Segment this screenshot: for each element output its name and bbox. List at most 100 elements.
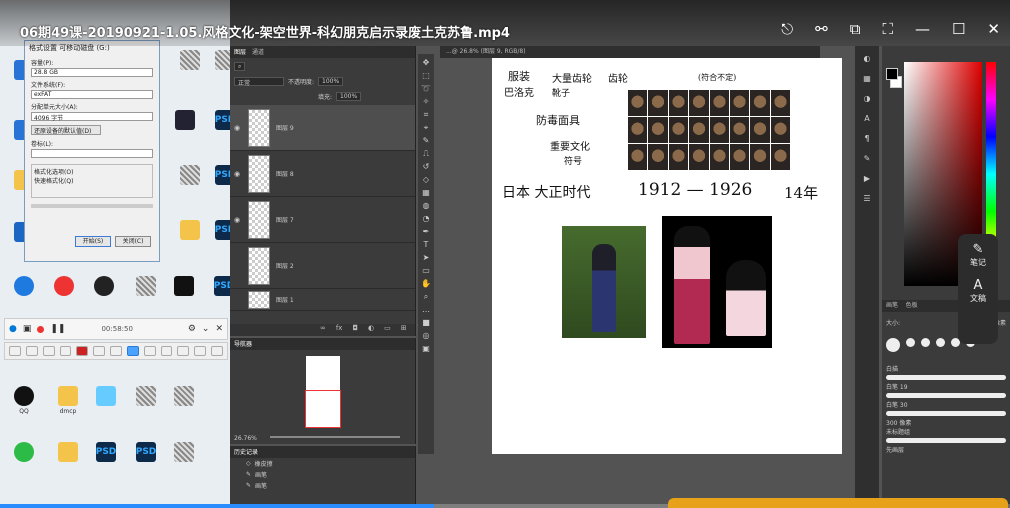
desktop-icon[interactable] [164,386,204,420]
brush-tip[interactable] [906,338,915,347]
layer-row[interactable]: 图层 2 [230,243,415,289]
capacity-select[interactable]: 28.8 GB [31,68,153,77]
filesystem-select[interactable]: exFAT [31,90,153,99]
pen-icon[interactable] [42,346,55,356]
document-tab[interactable]: ...@ 26.8% (图层 9, RGB/8) [440,46,820,58]
actions-icon[interactable]: ▶ [862,174,872,184]
move-tool-icon[interactable]: ✥ [421,58,431,68]
desktop-icon[interactable]: QQ [4,386,44,420]
desktop-icon[interactable] [126,276,166,310]
dodge-tool-icon[interactable]: ◔ [421,214,431,224]
link-layers-icon[interactable]: ∞ [320,324,326,336]
opacity-input[interactable]: 100% [318,77,344,86]
brush-tip[interactable] [921,338,930,347]
desktop-icon[interactable] [4,442,44,476]
image-icon[interactable] [160,346,173,356]
zoom-tool-icon[interactable]: ⌕ [421,292,431,302]
volume-input[interactable] [31,149,153,158]
mask-icon[interactable]: ◘ [352,324,358,336]
path-select-icon[interactable]: ➤ [421,253,431,263]
marquee-tool-icon[interactable]: ⬚ [421,71,431,81]
navigator-view-box[interactable] [305,390,341,428]
redo-icon[interactable] [25,346,38,356]
collapse-icon[interactable]: ⌄ [202,324,210,334]
more-tools-icon[interactable]: … [421,305,431,315]
eyedropper-icon[interactable]: ⌖ [421,123,431,133]
minimize-icon[interactable]: — [915,20,930,38]
close-icon[interactable]: ✕ [987,20,1000,38]
magic-wand-icon[interactable]: ✧ [421,97,431,107]
desktop-icon[interactable]: PSD [126,442,166,476]
paragraph-icon[interactable]: ¶ [862,134,872,144]
character-icon[interactable]: A [862,114,872,124]
screen-mode-icon[interactable]: ▣ [421,344,431,354]
undo-icon[interactable] [9,346,21,356]
brush-tip[interactable] [936,338,945,347]
shape-tool-icon[interactable]: ▭ [421,266,431,276]
adjustments-icon[interactable]: ◑ [862,94,872,104]
brush-tip[interactable] [886,338,900,352]
adjustment-icon[interactable]: ◐ [368,324,374,336]
blur-tool-icon[interactable]: ◍ [421,201,431,211]
desktop-icon[interactable] [164,276,204,310]
tab-brushes[interactable]: 画笔 [886,302,898,309]
pause-icon[interactable]: ❚❚ [50,324,65,334]
color-icon[interactable]: ◐ [862,54,872,64]
layer-row[interactable]: ◉ 图层 8 [230,151,415,197]
tab-layers[interactable]: 图层 [234,47,246,57]
brush-settings-icon[interactable]: ✎ [862,154,872,164]
swatches-icon[interactable]: ▦ [862,74,872,84]
fill-input[interactable]: 100% [336,92,362,101]
desktop-icon[interactable] [170,220,210,254]
layer-row[interactable]: 图层 1 [230,289,415,311]
desktop-icon[interactable] [164,442,204,476]
layer-row[interactable]: ◉ 图层 7 [230,197,415,243]
desktop-icon[interactable] [48,442,88,476]
history-item[interactable]: ✎ 画笔 [230,469,415,480]
history-item[interactable]: ✎ 画笔 [230,480,415,491]
allocation-select[interactable]: 4096 字节 [31,112,153,122]
desktop-icon[interactable] [44,276,84,310]
layer-filter-select[interactable]: ⌕ [234,62,246,71]
arrow-icon[interactable] [110,346,122,356]
layer-row[interactable]: ◉ 图层 9 [230,105,415,151]
document-canvas[interactable]: 服装 巴洛克 大量齿轮 齿轮 靴子 (符合不定) 防毒面具 重要文化 符号 日本… [492,58,842,454]
desktop-icon[interactable]: dmcp [48,386,88,420]
history-item[interactable]: ◇ 橡皮擦 [230,458,415,469]
stop-icon[interactable] [76,346,89,356]
new-layer-icon[interactable]: ⊞ [401,324,407,336]
foreground-color-swatch[interactable] [886,68,898,80]
stamp-tool-icon[interactable]: ⎍ [421,149,431,159]
properties-icon[interactable]: ☰ [862,194,872,204]
quick-mask-icon[interactable]: ◎ [421,331,431,341]
link-icon[interactable]: ⚯ [815,20,828,38]
screen-mode-icon[interactable] [126,346,139,356]
pen-tool-icon[interactable]: ✒ [421,227,431,237]
desktop-icon[interactable] [170,50,210,84]
zoom-level[interactable]: 26.76% [234,435,257,442]
restore-defaults-button[interactable]: 还原设备的默认值(D) [31,125,101,135]
window-mode-icon[interactable] [143,346,156,356]
settings-icon[interactable]: ⚙ [188,324,196,334]
desktop-icon[interactable] [86,386,126,420]
visibility-eye-icon[interactable]: ◉ [234,170,242,178]
eraser-tool-icon[interactable]: ◇ [421,175,431,185]
blend-mode-select[interactable]: 正常 [234,77,284,87]
desktop-icon[interactable]: PSD [86,442,126,476]
visibility-eye-icon[interactable]: ◉ [234,216,242,224]
foreground-color-icon[interactable]: ■ [421,318,431,328]
maximize-icon[interactable]: ☐ [952,20,965,38]
picture-in-picture-icon[interactable]: ⧉ [850,20,861,38]
lasso-tool-icon[interactable]: ➰ [421,84,431,94]
desktop-icon[interactable] [126,386,166,420]
marker-icon[interactable] [59,346,72,356]
brush-tool-icon[interactable]: ✎ [421,136,431,146]
desktop-icon[interactable] [165,110,205,144]
crop-tool-icon[interactable]: ⌗ [421,110,431,120]
flag-icon[interactable] [194,346,207,356]
group-icon[interactable]: ▭ [384,324,391,336]
exit-icon[interactable] [211,346,223,356]
quick-format-checkbox[interactable]: 快速格式化(Q) [34,176,150,185]
gradient-tool-icon[interactable]: ▦ [421,188,431,198]
history-brush-icon[interactable]: ↺ [421,162,431,172]
